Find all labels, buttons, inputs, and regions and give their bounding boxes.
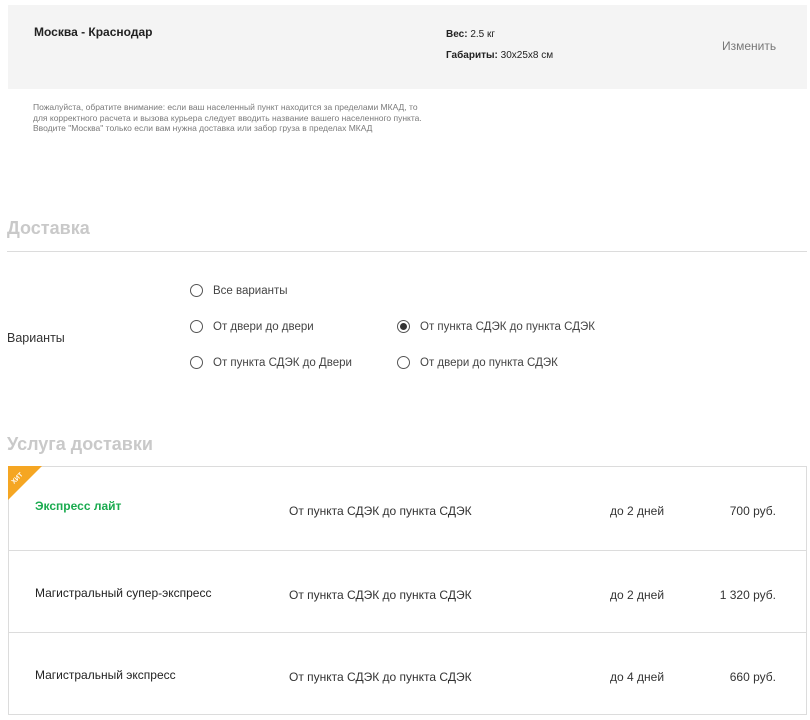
- dimensions-label: Габариты:: [446, 50, 498, 61]
- summary-panel: Москва - Краснодар Вес: 2.5 кг Габариты:…: [8, 5, 807, 89]
- service-section-title: Услуга доставки: [7, 434, 153, 454]
- service-section: ХИТ Экспресс лайт От пункта СДЭК до пунк…: [8, 466, 807, 715]
- weight-label: Вес:: [446, 29, 468, 40]
- tariff-row[interactable]: Магистральный супер-экспресс От пункта С…: [9, 550, 806, 632]
- radio-label: Все варианты: [213, 284, 288, 297]
- tariff-term: до 4 дней: [610, 670, 665, 684]
- radio-label: От пункта СДЭК до пункта СДЭК: [420, 320, 595, 333]
- delivery-divider: [7, 251, 807, 252]
- mkad-notice: Пожалуйста, обратите внимание: если ваш …: [33, 102, 422, 133]
- radio-point-to-door[interactable]: От пункта СДЭК до Двери: [190, 356, 352, 369]
- radio-door-to-point[interactable]: От двери до пункта СДЭК: [397, 356, 558, 369]
- radio-label: От двери до двери: [213, 320, 314, 333]
- tariff-name: Магистральный экспресс: [35, 668, 176, 682]
- tariff-type: От пункта СДЭК до пункта СДЭК: [289, 588, 472, 602]
- parcel-params: Вес: 2.5 кг Габариты: 30x25x8 см: [446, 24, 553, 66]
- tariff-row[interactable]: ХИТ Экспресс лайт От пункта СДЭК до пунк…: [8, 466, 806, 549]
- radio-door-to-door[interactable]: От двери до двери: [190, 320, 314, 333]
- tariff-price: 700 руб.: [729, 504, 776, 518]
- weight-value: 2.5 кг: [470, 29, 496, 40]
- change-link[interactable]: Изменить: [722, 39, 776, 53]
- radio-label: От пункта СДЭК до Двери: [213, 356, 352, 369]
- radio-circle-checked[interactable]: [397, 320, 410, 333]
- radio-all-options[interactable]: Все варианты: [190, 284, 288, 297]
- tariff-name: Экспресс лайт: [35, 499, 122, 513]
- dimensions-line: Габариты: 30x25x8 см: [446, 45, 553, 66]
- tariff-price: 660 руб.: [729, 670, 776, 684]
- tariff-price: 1 320 руб.: [719, 588, 776, 602]
- hit-badge: ХИТ: [8, 466, 42, 500]
- delivery-section-title: Доставка: [7, 218, 90, 238]
- options-label: Варианты: [7, 331, 65, 345]
- tariff-term: до 2 дней: [610, 504, 665, 518]
- radio-circle[interactable]: [190, 356, 203, 369]
- tariff-term: до 2 дней: [610, 588, 665, 602]
- tariff-row[interactable]: Магистральный экспресс От пункта СДЭК до…: [9, 632, 806, 714]
- tariff-type: От пункта СДЭК до пункта СДЭК: [289, 670, 472, 684]
- radio-point-to-point[interactable]: От пункта СДЭК до пункта СДЭК: [397, 320, 595, 333]
- tariff-type: От пункта СДЭК до пункта СДЭК: [289, 504, 472, 518]
- radio-label: От двери до пункта СДЭК: [420, 356, 558, 369]
- weight-line: Вес: 2.5 кг: [446, 24, 553, 45]
- radio-circle[interactable]: [397, 356, 410, 369]
- route-title: Москва - Краснодар: [34, 25, 153, 39]
- tariff-name: Магистральный супер-экспресс: [35, 586, 212, 600]
- radio-circle[interactable]: [190, 320, 203, 333]
- radio-circle[interactable]: [190, 284, 203, 297]
- dimensions-value: 30x25x8 см: [500, 50, 554, 61]
